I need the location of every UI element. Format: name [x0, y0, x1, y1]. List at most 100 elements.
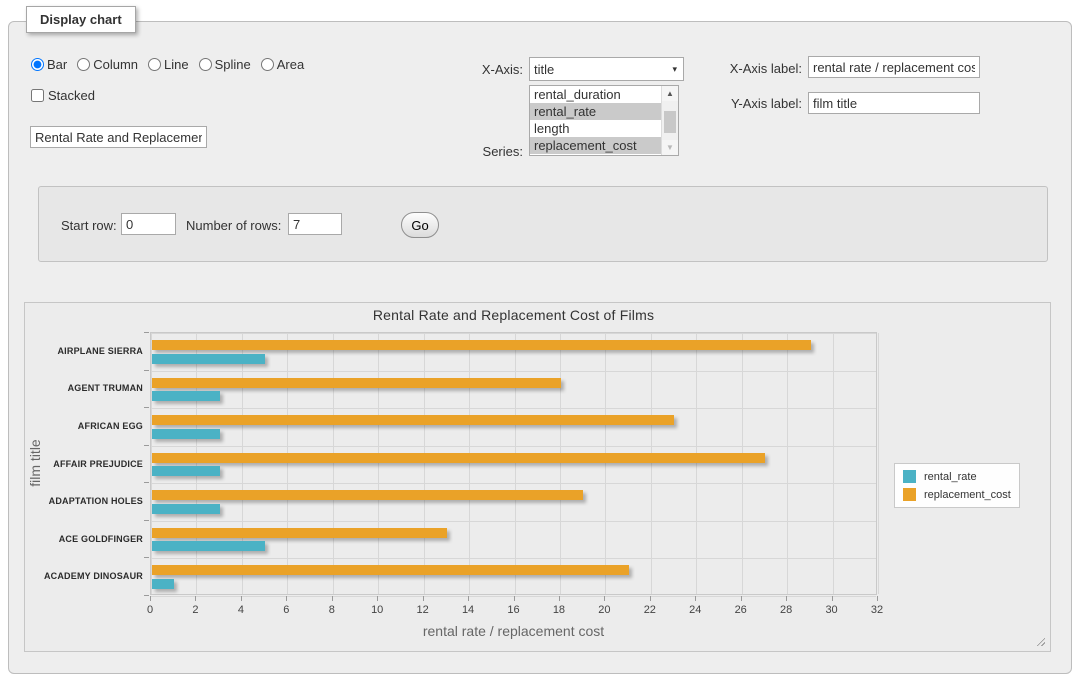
legend-item-rental_rate: rental_rate [903, 470, 1011, 483]
series-scrollbar[interactable]: ▲ ▼ [661, 86, 678, 155]
x-tickmark [286, 596, 287, 601]
x-tick-label: 20 [598, 604, 610, 616]
legend-swatch [903, 488, 916, 501]
stacked-checkbox[interactable] [31, 89, 44, 102]
scrollbar-track[interactable] [662, 101, 678, 140]
legend-swatch [903, 470, 916, 483]
chart-type-bar-radio[interactable] [31, 58, 44, 71]
series-option-rental_duration[interactable]: rental_duration [530, 86, 661, 103]
num-rows-input[interactable] [288, 213, 342, 235]
x-tickmark [559, 596, 560, 601]
gridline-vertical [605, 333, 606, 594]
chart-type-bar[interactable]: Bar [31, 57, 67, 72]
legend-label: rental_rate [924, 471, 977, 483]
scroll-up-icon[interactable]: ▲ [662, 86, 678, 101]
x-tick-label: 26 [735, 604, 747, 616]
y-tickmark [144, 595, 149, 596]
x-tick-label: 0 [147, 604, 153, 616]
chart-type-area-radio[interactable] [261, 58, 274, 71]
gridline-vertical [424, 333, 425, 594]
x-tickmark [150, 596, 151, 601]
bar-replacement_cost-adaptation-holes [152, 490, 583, 500]
series-option-replacement_cost[interactable]: replacement_cost [530, 137, 661, 154]
x-tick-label: 4 [238, 604, 244, 616]
gridline-vertical [833, 333, 834, 594]
go-button[interactable]: Go [401, 212, 439, 238]
bar-replacement_cost-airplane-sierra [152, 340, 811, 350]
chart-type-spline[interactable]: Spline [199, 57, 251, 72]
x-tick-label: 28 [780, 604, 792, 616]
plot-area [150, 332, 877, 595]
y-category-label: AGENT TRUMAN [25, 383, 143, 393]
x-tick-label: 12 [417, 604, 429, 616]
rows-panel: Start row: Number of rows: Go [38, 186, 1048, 262]
chart-type-column[interactable]: Column [77, 57, 138, 72]
x-tick-label: 30 [825, 604, 837, 616]
y-axis-label-input[interactable] [808, 92, 980, 114]
x-tick-label: 32 [871, 604, 883, 616]
bar-rental_rate-agent-truman [152, 391, 220, 401]
start-row-input[interactable] [121, 213, 176, 235]
x-tickmark [195, 596, 196, 601]
chart-x-axis-title: rental rate / replacement cost [150, 623, 877, 639]
chart-type-area[interactable]: Area [261, 57, 304, 72]
chart-type-label: Line [164, 57, 189, 72]
bar-replacement_cost-african-egg [152, 415, 674, 425]
x-axis-label-caption: X-Axis label: [716, 61, 802, 76]
y-axis-label-caption: Y-Axis label: [716, 96, 802, 111]
gridline-vertical [560, 333, 561, 594]
num-rows-caption: Number of rows: [186, 218, 281, 233]
series-option-length[interactable]: length [530, 120, 661, 137]
x-axis-select[interactable]: title ▾ [529, 57, 684, 81]
chart-type-label: Column [93, 57, 138, 72]
x-tickmark [650, 596, 651, 601]
y-category-label: ADAPTATION HOLES [25, 496, 143, 506]
x-tickmark [604, 596, 605, 601]
x-tickmark [832, 596, 833, 601]
bar-rental_rate-ace-goldfinger [152, 541, 265, 551]
x-axis-selected-value: title [534, 62, 554, 77]
x-tick-label: 10 [371, 604, 383, 616]
scrollbar-thumb[interactable] [664, 111, 676, 133]
x-tickmark [514, 596, 515, 601]
x-tick-label: 18 [553, 604, 565, 616]
x-tickmark [423, 596, 424, 601]
gridline-vertical [242, 333, 243, 594]
legend-label: replacement_cost [924, 489, 1011, 501]
gridline-horizontal [151, 371, 876, 372]
chart-type-label: Spline [215, 57, 251, 72]
y-tickmark [144, 482, 149, 483]
x-tickmark [741, 596, 742, 601]
gridline-horizontal [151, 446, 876, 447]
x-tick-label: 2 [192, 604, 198, 616]
gridline-vertical [469, 333, 470, 594]
gridline-vertical [651, 333, 652, 594]
chart-type-spline-radio[interactable] [199, 58, 212, 71]
x-tick-label: 24 [689, 604, 701, 616]
y-category-label: ACE GOLDFINGER [25, 534, 143, 544]
resize-grip-icon[interactable] [1034, 635, 1045, 646]
start-row-caption: Start row: [61, 218, 117, 233]
chart-title-input[interactable] [30, 126, 207, 148]
chart-type-column-radio[interactable] [77, 58, 90, 71]
bar-rental_rate-academy-dinosaur [152, 579, 174, 589]
y-category-label: AIRPLANE SIERRA [25, 346, 143, 356]
gridline-vertical [878, 333, 879, 594]
chart-panel: Rental Rate and Replacement Cost of Film… [24, 302, 1051, 652]
x-axis-label-input[interactable] [808, 56, 980, 78]
bar-rental_rate-african-egg [152, 429, 220, 439]
series-caption: Series: [445, 144, 523, 159]
series-option-rental_rate[interactable]: rental_rate [530, 103, 661, 120]
gridline-horizontal [151, 483, 876, 484]
gridline-horizontal [151, 558, 876, 559]
y-category-label: AFRICAN EGG [25, 421, 143, 431]
series-listbox[interactable]: rental_durationrental_ratelengthreplacem… [529, 85, 679, 156]
chart-type-radios: Bar Column Line Spline Area [31, 57, 310, 72]
gridline-vertical [196, 333, 197, 594]
chart-type-line[interactable]: Line [148, 57, 189, 72]
scroll-down-icon[interactable]: ▼ [662, 140, 678, 155]
chevron-down-icon: ▾ [672, 64, 679, 75]
chart-type-line-radio[interactable] [148, 58, 161, 71]
gridline-horizontal [151, 408, 876, 409]
y-tickmark [144, 557, 149, 558]
